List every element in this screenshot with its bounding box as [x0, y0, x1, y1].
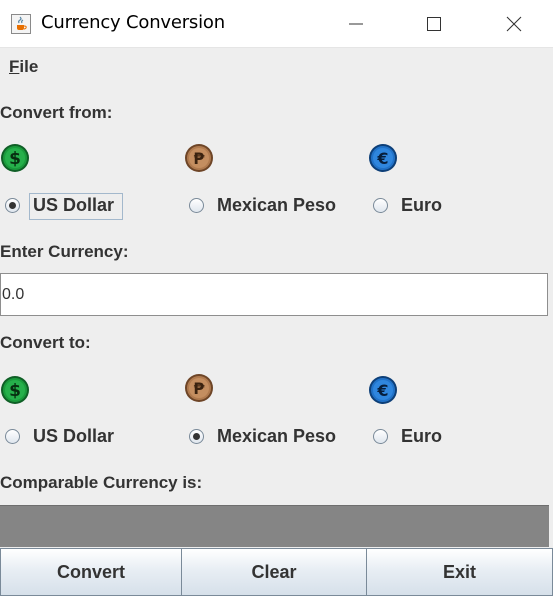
svg-text:€: €: [376, 381, 388, 400]
menu-file[interactable]: File: [9, 57, 38, 77]
from-mexican-peso-label[interactable]: Mexican Peso: [217, 195, 336, 216]
menu-bar: File: [0, 48, 553, 84]
euro-coin-icon: €: [369, 144, 397, 172]
svg-text:$: $: [9, 381, 21, 401]
peso-coin-icon: ₱: [185, 144, 213, 172]
from-us-dollar-label[interactable]: US Dollar: [33, 195, 114, 216]
euro-coin-icon: €: [369, 376, 397, 404]
to-mexican-peso-label[interactable]: Mexican Peso: [217, 426, 336, 447]
from-mexican-peso-radio[interactable]: [189, 198, 204, 213]
from-us-dollar-radio[interactable]: [5, 198, 20, 213]
close-icon: [506, 16, 522, 32]
exit-button[interactable]: Exit: [366, 548, 553, 596]
clear-button[interactable]: Clear: [181, 548, 367, 596]
enter-currency-label: Enter Currency:: [0, 242, 129, 261]
dollar-coin-icon: $: [1, 144, 29, 172]
from-euro-label[interactable]: Euro: [401, 195, 442, 216]
to-mexican-peso-radio[interactable]: [189, 429, 204, 444]
dollar-coin-icon: $: [1, 376, 29, 404]
convert-from-radio-group: US Dollar Mexican Peso Euro: [0, 193, 553, 221]
to-us-dollar-radio[interactable]: [5, 429, 20, 444]
to-euro-radio[interactable]: [373, 429, 388, 444]
menu-file-mnemonic: F: [9, 57, 20, 76]
close-button[interactable]: [491, 0, 537, 48]
minimize-icon: [349, 23, 363, 25]
maximize-button[interactable]: [411, 0, 457, 48]
convert-from-label: Convert from:: [0, 103, 113, 122]
convert-to-radio-group: US Dollar Mexican Peso Euro: [0, 424, 553, 452]
title-bar[interactable]: Currency Conversion: [0, 0, 553, 48]
to-euro-label[interactable]: Euro: [401, 426, 442, 447]
from-euro-radio[interactable]: [373, 198, 388, 213]
result-display: [0, 505, 549, 547]
menu-file-label: ile: [19, 57, 39, 76]
svg-text:₱: ₱: [193, 379, 205, 398]
svg-text:$: $: [9, 149, 21, 169]
svg-text:₱: ₱: [193, 149, 205, 168]
convert-to-label: Convert to:: [0, 333, 91, 352]
convert-button[interactable]: Convert: [0, 548, 182, 596]
java-cup-icon[interactable]: [11, 14, 31, 34]
maximize-icon: [427, 17, 441, 31]
currency-amount-input[interactable]: [0, 273, 548, 316]
window-title: Currency Conversion: [41, 12, 225, 33]
to-us-dollar-label[interactable]: US Dollar: [33, 426, 114, 447]
minimize-button[interactable]: [333, 0, 379, 48]
peso-coin-icon: ₱: [185, 374, 213, 402]
comparable-currency-label: Comparable Currency is:: [0, 473, 203, 492]
svg-text:€: €: [376, 149, 388, 168]
